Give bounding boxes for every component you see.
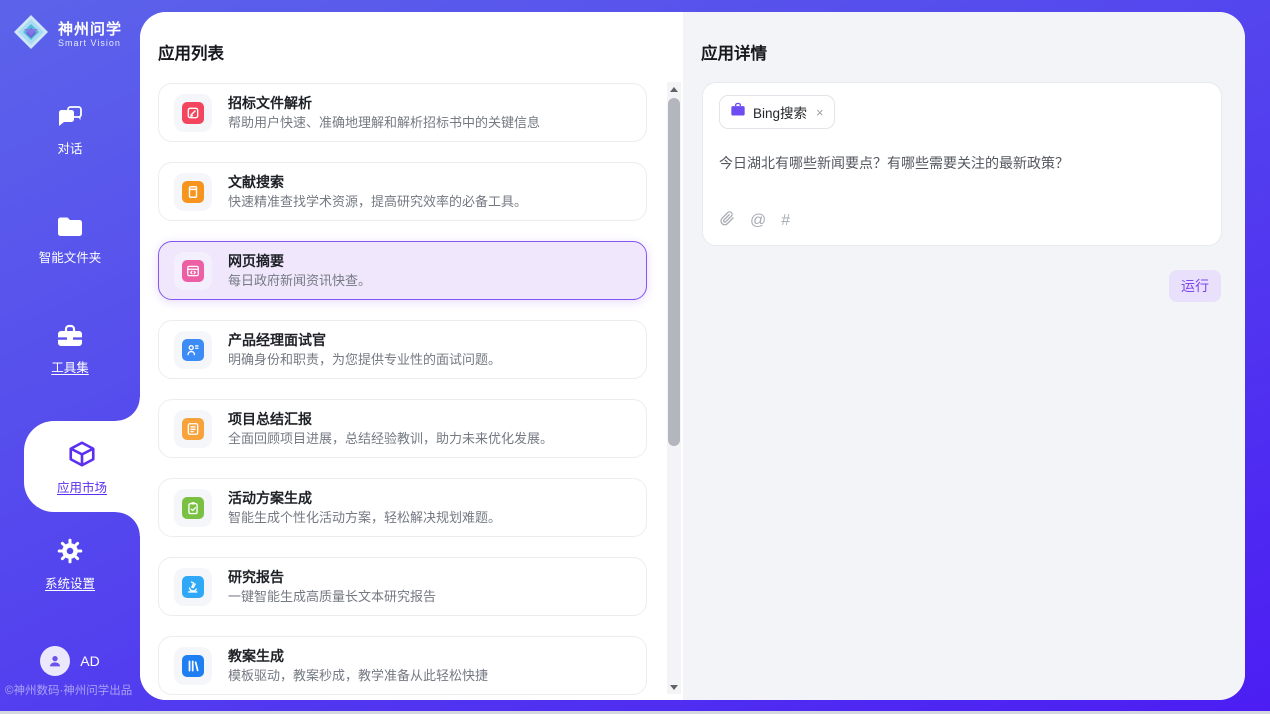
app-card-description: 全面回顾项目进展，总结经验教训，助力未来优化发展。 (228, 431, 553, 446)
app-card-text: 产品经理面试官明确身份和职责，为您提供专业性的面试问题。 (228, 332, 501, 367)
avatar[interactable] (40, 646, 70, 676)
app-card-description: 模板驱动，教案秒成，教学准备从此轻松快捷 (228, 668, 488, 683)
app-card[interactable]: 研究报告一键智能生成高质量长文本研究报告 (158, 557, 647, 616)
app-card-description: 智能生成个性化活动方案，轻松解决规划难题。 (228, 510, 501, 525)
app-list-panel: 应用列表 招标文件解析帮助用户快速、准确地理解和解析招标书中的关键信息文献搜索快… (140, 12, 683, 700)
app-icon-tile (174, 252, 212, 290)
composer-toolbar: @# (720, 210, 790, 232)
summary-note-icon (182, 418, 204, 440)
mention-icon[interactable]: @ (750, 212, 766, 230)
user-account[interactable]: AD (0, 646, 140, 676)
app-icon-tile (174, 331, 212, 369)
app-card-title: 项目总结汇报 (228, 411, 553, 427)
sidebar-item-label: 智能文件夹 (39, 251, 102, 265)
topic-icon[interactable]: # (781, 212, 790, 230)
chat-icon (56, 104, 84, 135)
sidebar-item-toolset[interactable]: 工具集 (0, 323, 140, 375)
cube-icon (67, 439, 97, 474)
sidebar-item-smart-folder[interactable]: 智能文件夹 (0, 215, 140, 265)
app-icon-tile (174, 489, 212, 527)
app-icon-tile (174, 410, 212, 448)
app-icon-tile (174, 647, 212, 685)
app-card[interactable]: 产品经理面试官明确身份和职责，为您提供专业性的面试问题。 (158, 320, 647, 379)
question-text[interactable]: 今日湖北有哪些新闻要点？有哪些需要关注的最新政策？ (719, 153, 1205, 173)
app-card[interactable]: 教案生成模板驱动，教案秒成，教学准备从此轻松快捷 (158, 636, 647, 695)
app-card-title: 产品经理面试官 (228, 332, 501, 348)
logo-title: 神州问学 (58, 21, 122, 38)
app-card-title: 研究报告 (228, 569, 436, 585)
user-name: AD (80, 653, 99, 669)
app-card-text: 网页摘要每日政府新闻资讯快查。 (228, 253, 371, 288)
toolbox-icon (56, 323, 84, 354)
literature-book-icon (182, 181, 204, 203)
app-card-description: 每日政府新闻资讯快查。 (228, 273, 371, 288)
app-card[interactable]: 活动方案生成智能生成个性化活动方案，轻松解决规划难题。 (158, 478, 647, 537)
research-microscope-icon (182, 576, 204, 598)
event-clipboard-icon (182, 497, 204, 519)
prompt-input-card[interactable]: Bing搜索 × 今日湖北有哪些新闻要点？有哪些需要关注的最新政策？ @# (702, 82, 1222, 246)
bid-document-icon (182, 102, 204, 124)
logo-subtitle: Smart Vision (58, 38, 122, 49)
sidebar-item-label: 系统设置 (45, 577, 95, 591)
app-card-description: 一键智能生成高质量长文本研究报告 (228, 589, 436, 604)
app-card-text: 研究报告一键智能生成高质量长文本研究报告 (228, 569, 436, 604)
app-card-title: 文献搜索 (228, 174, 527, 190)
tool-chip-bing-search[interactable]: Bing搜索 × (719, 95, 835, 129)
sidebar-item-chat[interactable]: 对话 (0, 104, 140, 156)
run-button[interactable]: 运行 (1169, 270, 1221, 302)
app-card-description: 帮助用户快速、准确地理解和解析招标书中的关键信息 (228, 115, 540, 130)
logo-diamond-icon (12, 13, 50, 56)
app-card-text: 项目总结汇报全面回顾项目进展，总结经验教训，助力未来优化发展。 (228, 411, 553, 446)
sidebar-item-settings[interactable]: 系统设置 (0, 537, 140, 591)
app-detail-panel: 应用详情 Bing搜索 × 今日湖北有哪些新闻要点？有哪些需要关注的最新政策？ … (683, 12, 1245, 700)
scrollbar-down-arrow-icon[interactable] (667, 680, 681, 694)
copyright-text: ©神州数码·神州问学出品 (5, 682, 140, 698)
app-list-title: 应用列表 (158, 40, 224, 64)
app-cards: 招标文件解析帮助用户快速、准确地理解和解析招标书中的关键信息文献搜索快速精准查找… (158, 83, 647, 700)
main-content: 应用列表 招标文件解析帮助用户快速、准确地理解和解析招标书中的关键信息文献搜索快… (140, 12, 1245, 700)
app-card-description: 明确身份和职责，为您提供专业性的面试问题。 (228, 352, 501, 367)
app-icon-tile (174, 173, 212, 211)
app-card[interactable]: 文献搜索快速精准查找学术资源，提高研究效率的必备工具。 (158, 162, 647, 221)
sidebar-item-app-market[interactable]: 应用市场 (24, 421, 140, 512)
app-card-description: 快速精准查找学术资源，提高研究效率的必备工具。 (228, 194, 527, 209)
tool-chip-close-icon[interactable]: × (816, 105, 824, 120)
gear-icon (56, 537, 84, 570)
sidebar-item-label: 工具集 (51, 361, 89, 375)
scrollbar-up-arrow-icon[interactable] (667, 82, 681, 96)
app-icon-tile (174, 568, 212, 606)
briefcase-icon (730, 102, 746, 122)
folder-icon (56, 215, 84, 244)
app-card-title: 教案生成 (228, 648, 488, 664)
app-card-title: 招标文件解析 (228, 95, 540, 111)
scrollbar-thumb[interactable] (668, 98, 680, 446)
app-card[interactable]: 网页摘要每日政府新闻资讯快查。 (158, 241, 647, 300)
webpage-code-icon (182, 260, 204, 282)
app-card-title: 活动方案生成 (228, 490, 501, 506)
attachment-icon[interactable] (720, 210, 735, 232)
app-list-scrollbar[interactable] (667, 82, 681, 694)
app-card-text: 教案生成模板驱动，教案秒成，教学准备从此轻松快捷 (228, 648, 488, 683)
sidebar-item-label: 应用市场 (57, 481, 107, 495)
app-card-text: 活动方案生成智能生成个性化活动方案，轻松解决规划难题。 (228, 490, 501, 525)
interviewer-icon (182, 339, 204, 361)
tool-chip-label: Bing搜索 (753, 102, 807, 122)
app-card[interactable]: 项目总结汇报全面回顾项目进展，总结经验教训，助力未来优化发展。 (158, 399, 647, 458)
app-icon-tile (174, 94, 212, 132)
app-logo: 神州问学 Smart Vision (12, 13, 122, 56)
app-card-title: 网页摘要 (228, 253, 371, 269)
app-card[interactable]: 招标文件解析帮助用户快速、准确地理解和解析招标书中的关键信息 (158, 83, 647, 142)
app-card-text: 招标文件解析帮助用户快速、准确地理解和解析招标书中的关键信息 (228, 95, 540, 130)
sidebar: 神州问学 Smart Vision 对话智能文件夹工具集应用市场系统设置 AD … (0, 0, 140, 714)
lesson-books-icon (182, 655, 204, 677)
sidebar-item-label: 对话 (57, 142, 82, 156)
app-detail-title: 应用详情 (701, 40, 767, 64)
app-card-text: 文献搜索快速精准查找学术资源，提高研究效率的必备工具。 (228, 174, 527, 209)
